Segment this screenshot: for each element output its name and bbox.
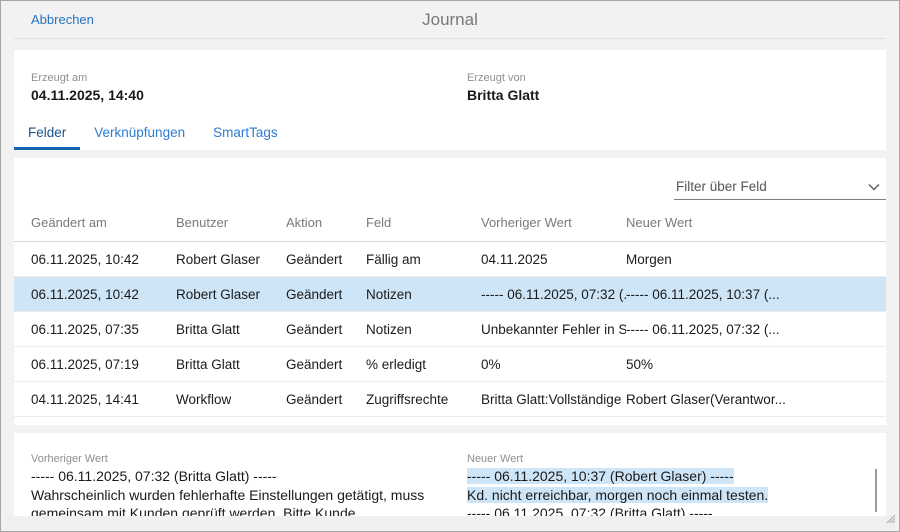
table-cell: Geändert bbox=[286, 322, 366, 337]
cancel-button[interactable]: Abbrechen bbox=[31, 12, 94, 27]
chevron-down-icon bbox=[868, 183, 886, 191]
column-header: Feld bbox=[366, 215, 481, 230]
info-card: Erzeugt am 04.11.2025, 14:40 Erzeugt von… bbox=[14, 50, 886, 150]
tab-bar: FelderVerknüpfungenSmartTags bbox=[14, 120, 886, 150]
info-grid: Erzeugt am 04.11.2025, 14:40 Erzeugt von… bbox=[14, 72, 886, 103]
table-cell: 04.11.2025 bbox=[481, 252, 626, 267]
tab-felder[interactable]: Felder bbox=[14, 120, 80, 150]
table-body: 06.11.2025, 10:42Robert GlaserGeändertFä… bbox=[14, 242, 886, 417]
tab-verkn-pfungen[interactable]: Verknüpfungen bbox=[80, 120, 199, 150]
table-row[interactable]: 06.11.2025, 10:42Robert GlaserGeändertFä… bbox=[14, 242, 886, 277]
table-cell: 06.11.2025, 07:35 bbox=[31, 322, 176, 337]
detail-scrollbar[interactable] bbox=[875, 469, 877, 512]
detail-text-line: ----- 06.11.2025, 10:37 (Robert Glaser) … bbox=[467, 467, 872, 486]
table-cell: Unbekannter Fehler in S... bbox=[481, 322, 626, 337]
titlebar: Abbrechen Journal bbox=[1, 1, 899, 38]
titlebar-divider bbox=[14, 38, 886, 39]
table-cell: Notizen bbox=[366, 287, 481, 302]
table-row[interactable]: 06.11.2025, 07:19Britta GlattGeändert% e… bbox=[14, 347, 886, 382]
column-header: Geändert am bbox=[31, 215, 176, 230]
filter-field-dropdown[interactable]: Filter über Feld bbox=[674, 174, 886, 200]
previous-value-label: Vorheriger Wert bbox=[31, 453, 436, 465]
table-cell: 50% bbox=[626, 357, 880, 372]
previous-value-panel: Vorheriger Wert ----- 06.11.2025, 07:32 … bbox=[14, 453, 450, 517]
table-cell: Robert Glaser(Verantwor... bbox=[626, 392, 880, 407]
table-cell: Zugriffsrechte bbox=[366, 392, 481, 407]
table-header: Geändert amBenutzerAktionFeldVorheriger … bbox=[14, 203, 886, 242]
column-header: Aktion bbox=[286, 215, 366, 230]
created-by-value: Britta Glatt bbox=[467, 87, 886, 103]
table-cell: ----- 06.11.2025, 10:37 (... bbox=[626, 287, 880, 302]
created-at-field: Erzeugt am 04.11.2025, 14:40 bbox=[14, 72, 450, 103]
created-at-value: 04.11.2025, 14:40 bbox=[31, 87, 450, 103]
filter-row: Filter über Feld bbox=[14, 158, 886, 200]
table-cell: Geändert bbox=[286, 357, 366, 372]
table-cell: Robert Glaser bbox=[176, 252, 286, 267]
table-cell: 06.11.2025, 10:42 bbox=[31, 287, 176, 302]
table-cell: Morgen bbox=[626, 252, 880, 267]
table-cell: Fällig am bbox=[366, 252, 481, 267]
table-cell: Britta Glatt bbox=[176, 322, 286, 337]
new-value-label: Neuer Wert bbox=[467, 453, 872, 465]
table-cell: ----- 06.11.2025, 07:32 (... bbox=[626, 322, 880, 337]
table-cell: Geändert bbox=[286, 252, 366, 267]
table-row[interactable]: 06.11.2025, 07:35Britta GlattGeändertNot… bbox=[14, 312, 886, 347]
new-value-lines: ----- 06.11.2025, 10:37 (Robert Glaser) … bbox=[467, 467, 872, 523]
table-cell: Britta Glatt:Vollständige ... bbox=[481, 392, 626, 407]
table-cell: 06.11.2025, 07:19 bbox=[31, 357, 176, 372]
page-title: Journal bbox=[1, 1, 899, 38]
table-card: Filter über Feld Geändert amBenutzerAkti… bbox=[14, 158, 886, 425]
table-cell: ----- 06.11.2025, 07:32 (... bbox=[481, 287, 626, 302]
table-cell: Robert Glaser bbox=[176, 287, 286, 302]
column-header: Vorheriger Wert bbox=[481, 215, 626, 230]
table-cell: 06.11.2025, 10:42 bbox=[31, 252, 176, 267]
table-cell: Britta Glatt bbox=[176, 357, 286, 372]
created-by-field: Erzeugt von Britta Glatt bbox=[450, 72, 886, 103]
column-header: Neuer Wert bbox=[626, 215, 880, 230]
table-cell: 0% bbox=[481, 357, 626, 372]
detail-text-line: Kd. nicht erreichbar, morgen noch einmal… bbox=[467, 486, 872, 505]
table-cell: Notizen bbox=[366, 322, 481, 337]
table-row[interactable]: 04.11.2025, 14:41WorkflowGeändertZugriff… bbox=[14, 382, 886, 417]
table-cell: % erledigt bbox=[366, 357, 481, 372]
table-cell: 04.11.2025, 14:41 bbox=[31, 392, 176, 407]
new-value-panel: Neuer Wert ----- 06.11.2025, 10:37 (Robe… bbox=[450, 453, 886, 517]
resize-grip-icon[interactable] bbox=[885, 511, 896, 529]
filter-field-label: Filter über Feld bbox=[674, 179, 767, 194]
table-row[interactable]: 06.11.2025, 10:42Robert GlaserGeändertNo… bbox=[14, 277, 886, 312]
table-cell: Geändert bbox=[286, 287, 366, 302]
journal-window: Abbrechen Journal Erzeugt am 04.11.2025,… bbox=[0, 0, 900, 532]
tab-smarttags[interactable]: SmartTags bbox=[199, 120, 292, 150]
card-gap bbox=[1, 425, 899, 433]
detail-text-line: ----- 06.11.2025, 07:32 (Britta Glatt) -… bbox=[31, 467, 436, 486]
column-header: Benutzer bbox=[176, 215, 286, 230]
created-by-label: Erzeugt von bbox=[467, 72, 886, 84]
status-strip bbox=[2, 516, 898, 531]
card-gap bbox=[1, 150, 899, 158]
detail-card: Vorheriger Wert ----- 06.11.2025, 07:32 … bbox=[14, 433, 886, 517]
created-at-label: Erzeugt am bbox=[31, 72, 450, 84]
table-cell: Workflow bbox=[176, 392, 286, 407]
table-cell: Geändert bbox=[286, 392, 366, 407]
